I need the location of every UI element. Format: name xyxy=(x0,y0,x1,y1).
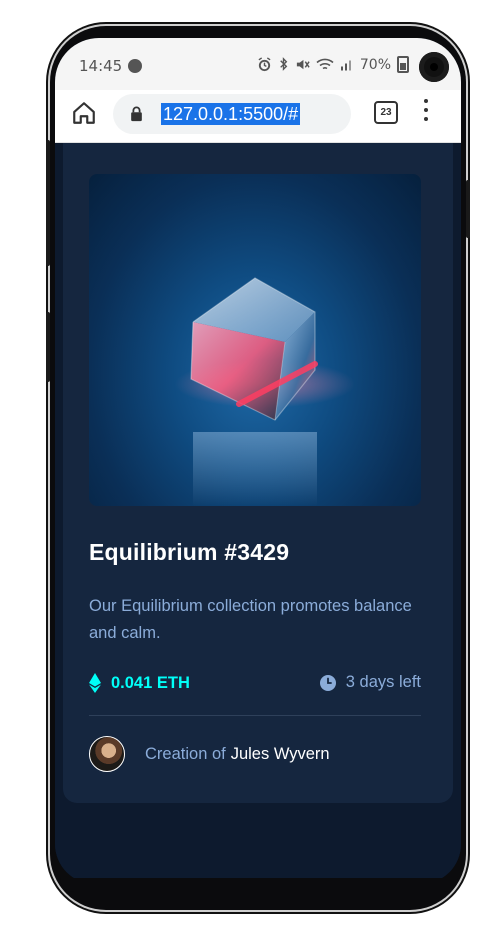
url-text[interactable]: 127.0.0.1:5500/# xyxy=(161,103,301,125)
alarm-icon xyxy=(258,57,271,72)
bluetooth-icon xyxy=(280,57,288,71)
browser-toolbar: 127.0.0.1:5500/# 23 xyxy=(55,90,461,143)
time-left-value: 3 days left xyxy=(345,673,421,691)
price-value: 0.041 ETH xyxy=(111,673,190,692)
more-menu-icon[interactable] xyxy=(423,99,429,123)
address-bar[interactable]: 127.0.0.1:5500/# xyxy=(113,94,351,134)
phone-side-button-left-lower xyxy=(46,312,50,382)
spotify-icon xyxy=(128,59,143,73)
nft-card: Equilibrium #3429 Our Equilibrium collec… xyxy=(63,143,453,803)
card-divider xyxy=(89,715,421,716)
lock-icon xyxy=(131,106,142,122)
phone-side-button-right xyxy=(466,180,470,238)
tab-count: 23 xyxy=(380,107,392,118)
wifi-icon xyxy=(316,58,334,70)
nft-description: Our Equilibrium collection promotes bala… xyxy=(89,597,412,642)
home-icon[interactable] xyxy=(71,100,97,126)
phone-side-button-left xyxy=(46,140,50,266)
creator-text: Creation of Jules Wyvern xyxy=(145,745,330,764)
nft-title[interactable]: Equilibrium #3429 xyxy=(89,539,289,566)
status-icons: 70% xyxy=(257,56,409,73)
nft-price: 0.041 ETH xyxy=(89,673,190,693)
time-remaining: 3 days left xyxy=(319,673,421,692)
creator-name-link[interactable]: Jules Wyvern xyxy=(231,745,330,763)
nft-image[interactable] xyxy=(89,174,421,506)
status-bar: 14:45 70% xyxy=(55,38,461,90)
signal-icon xyxy=(340,60,351,71)
front-camera xyxy=(419,52,449,82)
clock-icon xyxy=(319,674,336,691)
phone-bottom-bezel xyxy=(60,878,458,892)
battery-percent: 70% xyxy=(359,56,391,73)
web-page: Equilibrium #3429 Our Equilibrium collec… xyxy=(55,143,461,884)
status-time-group: 14:45 xyxy=(79,57,143,75)
avatar xyxy=(89,736,125,772)
ethereum-icon xyxy=(89,673,101,693)
creator-prefix: Creation of xyxy=(145,744,226,763)
creator-row: Creation of Jules Wyvern xyxy=(89,736,330,772)
phone-screen: 14:45 70% 127.0.0.1:5500/# 23 Equilibriu… xyxy=(55,38,461,884)
crystal-cube-illustration xyxy=(175,277,355,506)
mute-icon xyxy=(296,59,310,70)
battery-icon xyxy=(397,56,409,73)
status-time: 14:45 xyxy=(79,57,123,75)
tab-switcher-button[interactable]: 23 xyxy=(374,101,398,124)
